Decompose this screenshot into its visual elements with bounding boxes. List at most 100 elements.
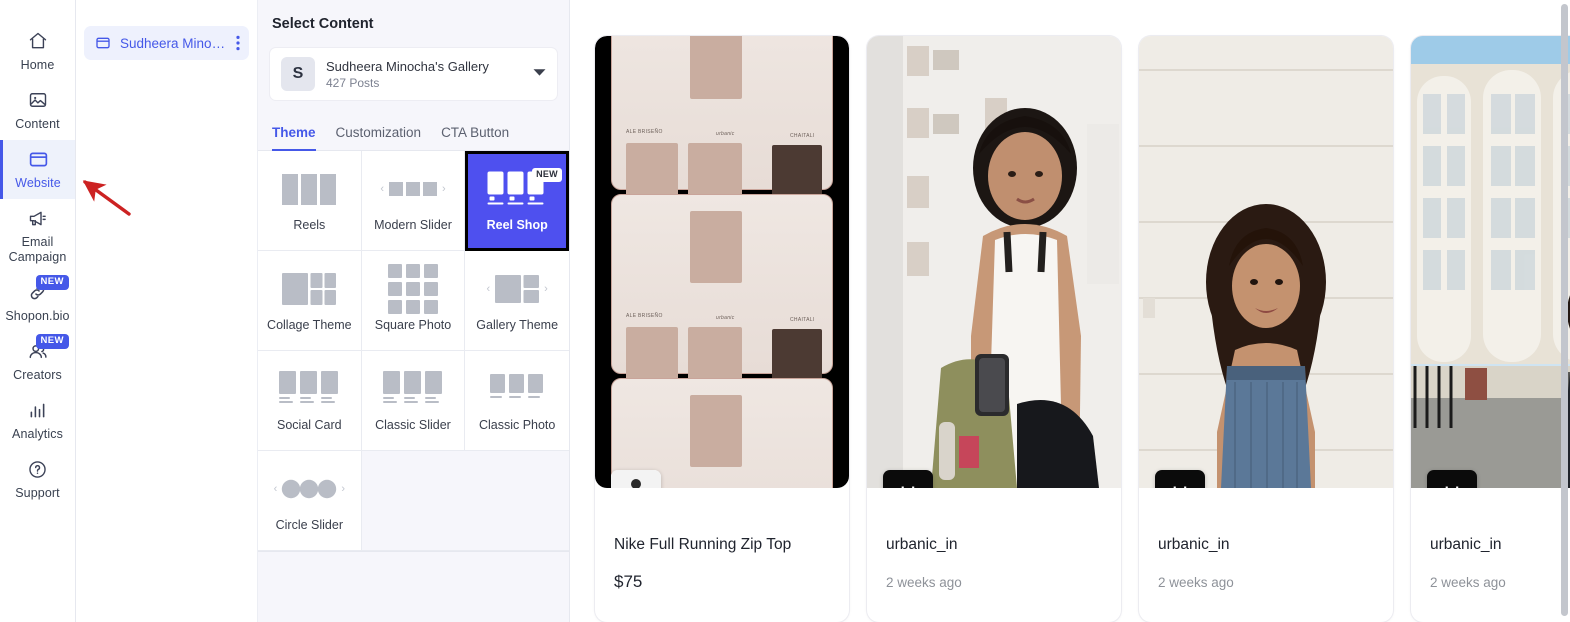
theme-option-social-card[interactable]: Social Card (258, 351, 362, 451)
card-timestamp: 2 weeks ago (1430, 575, 1506, 590)
three-cards-lines-icon (279, 369, 339, 409)
theme-grid-filler (361, 451, 466, 551)
theme-option-reels[interactable]: Reels (258, 151, 362, 251)
card-media[interactable]: U (1411, 36, 1570, 488)
theme-grid-filler (465, 451, 569, 551)
sidebar-item-label: Email Campaign (8, 235, 67, 264)
gallery-arrows-icon: ‹ › (486, 269, 548, 309)
gallery-name: Sudheera Minocha's Gallery (326, 58, 489, 74)
theme-option-label: Modern Slider (374, 218, 452, 232)
image-icon (25, 88, 51, 112)
theme-option-label: Reel Shop (486, 218, 548, 232)
card-media[interactable]: U (1139, 36, 1393, 488)
theme-option-label: Collage Theme (267, 318, 352, 332)
theme-grid: Reels ‹ › Modern Slider NEW Reel Shop Co… (258, 151, 569, 552)
new-badge: NEW (532, 168, 562, 182)
card-footer: urbanic_in 2 weeks ago (867, 488, 1121, 590)
primary-sidebar: Home Content Website Email Campaign NEW (0, 0, 76, 622)
card-footer: urbanic_in 2 weeks ago (1139, 488, 1393, 590)
preview-card[interactable]: U urbanic_in 2 weeks ago (1411, 36, 1570, 622)
sidebar-item-analytics[interactable]: Analytics (0, 391, 75, 450)
preview-card[interactable]: U urbanic_in 2 weeks ago (1139, 36, 1393, 622)
gallery-avatar: S (281, 57, 315, 91)
card-title: Nike Full Running Zip Top (614, 536, 792, 553)
new-badge: NEW (35, 334, 69, 349)
sidebar-item-label: Creators (13, 368, 62, 382)
theme-option-collage-theme[interactable]: Collage Theme (258, 251, 362, 351)
theme-option-label: Classic Photo (478, 418, 556, 432)
sidebar-item-label: Home (20, 58, 55, 72)
gallery-text: Sudheera Minocha's Gallery 427 Posts (326, 58, 522, 91)
sidebar-item-email-campaign[interactable]: Email Campaign (0, 199, 75, 273)
sidebar-item-label: Shopon.bio (5, 309, 70, 323)
card-footer: Nike Full Running Zip Top $75 (595, 488, 849, 592)
preview-card[interactable]: U urbanic_in 2 weeks ago (867, 36, 1121, 622)
panel-header: Select Content (258, 0, 569, 42)
preview-card-list: ALE BRISEÑO urbanic CHAITALI ALE BRISEÑO… (595, 36, 1570, 622)
grid-nine-icon (387, 264, 438, 314)
app-root: Home Content Website Email Campaign NEW (0, 0, 1570, 622)
theme-option-classic-slider[interactable]: Classic Slider (361, 351, 466, 451)
gallery-select-dropdown[interactable]: S Sudheera Minocha's Gallery 427 Posts (270, 48, 557, 100)
window-icon (25, 147, 51, 171)
sidebar-item-label: Content (15, 117, 60, 131)
card-media[interactable]: ALE BRISEÑO urbanic CHAITALI ALE BRISEÑO… (595, 36, 849, 488)
sidebar-item-label: Support (15, 486, 60, 500)
sidebar-item-label: Analytics (12, 427, 63, 441)
workspace-tab[interactable]: Sudheera Minoc... (84, 26, 249, 60)
theme-option-modern-slider[interactable]: ‹ › Modern Slider (361, 151, 466, 251)
tab-cta-button[interactable]: CTA Button (441, 125, 509, 151)
sidebar-item-support[interactable]: Support (0, 450, 75, 509)
sidebar-item-website[interactable]: Website (0, 140, 75, 199)
sidebar-item-content[interactable]: Content (0, 81, 75, 140)
gallery-post-count: 427 Posts (326, 75, 380, 90)
avatar: U (1427, 470, 1477, 488)
theme-option-square-photo[interactable]: Square Photo (361, 251, 466, 351)
card-price: $75 (614, 572, 643, 591)
new-badge: NEW (35, 275, 69, 290)
card-title: urbanic_in (1158, 536, 1230, 553)
theme-option-reel-shop[interactable]: NEW Reel Shop (465, 151, 569, 251)
window-icon (95, 35, 111, 51)
avatar: U (1155, 470, 1205, 488)
bar-chart-icon (25, 398, 51, 422)
megaphone-icon (25, 206, 51, 230)
card-timestamp: 2 weeks ago (1158, 575, 1234, 590)
vertical-scrollbar[interactable] (1561, 4, 1568, 616)
card-timestamp: 2 weeks ago (886, 575, 962, 590)
theme-option-label: Classic Slider (375, 418, 451, 432)
three-squares-arrows-icon: ‹ › (380, 182, 446, 196)
tab-customization[interactable]: Customization (336, 125, 422, 151)
card-footer: urbanic_in 2 weeks ago (1411, 488, 1570, 590)
tab-theme[interactable]: Theme (272, 125, 316, 151)
card-title: urbanic_in (1430, 536, 1502, 553)
workspace-tabstrip: Sudheera Minoc... (76, 0, 258, 622)
chevron-down-icon[interactable] (533, 68, 546, 80)
sidebar-item-shopon-bio[interactable]: NEW Shopon.bio (0, 273, 75, 332)
panel-tabs: Theme Customization CTA Button (258, 110, 569, 151)
theme-option-gallery-theme[interactable]: ‹ › Gallery Theme (465, 251, 569, 351)
sidebar-item-label: Website (15, 176, 61, 190)
theme-option-label: Gallery Theme (476, 318, 559, 332)
three-small-cards-icon (490, 369, 544, 409)
home-icon (25, 29, 51, 53)
collage-icon (282, 269, 337, 309)
kebab-menu-icon[interactable] (236, 35, 240, 51)
three-bars-icon (282, 169, 337, 209)
sidebar-item-home[interactable]: Home (0, 22, 75, 81)
post-thumbnail (1411, 36, 1570, 488)
avatar: U (883, 470, 933, 488)
select-content-panel: Select Content S Sudheera Minocha's Gall… (258, 0, 570, 622)
theme-option-classic-photo[interactable]: Classic Photo (465, 351, 569, 451)
theme-option-label: Social Card (277, 418, 342, 432)
sidebar-item-creators[interactable]: NEW Creators (0, 332, 75, 391)
preview-card[interactable]: ALE BRISEÑO urbanic CHAITALI ALE BRISEÑO… (595, 36, 849, 622)
help-circle-icon (25, 457, 51, 481)
theme-option-circle-slider[interactable]: ‹ › Circle Slider (258, 451, 362, 551)
preview-area: ALE BRISEÑO urbanic CHAITALI ALE BRISEÑO… (570, 0, 1570, 622)
workspace-tab-label: Sudheera Minoc... (120, 35, 227, 51)
card-media[interactable]: U (867, 36, 1121, 488)
theme-option-label: Reels (293, 218, 326, 232)
avatar (611, 470, 661, 488)
panel-title: Select Content (272, 16, 374, 32)
